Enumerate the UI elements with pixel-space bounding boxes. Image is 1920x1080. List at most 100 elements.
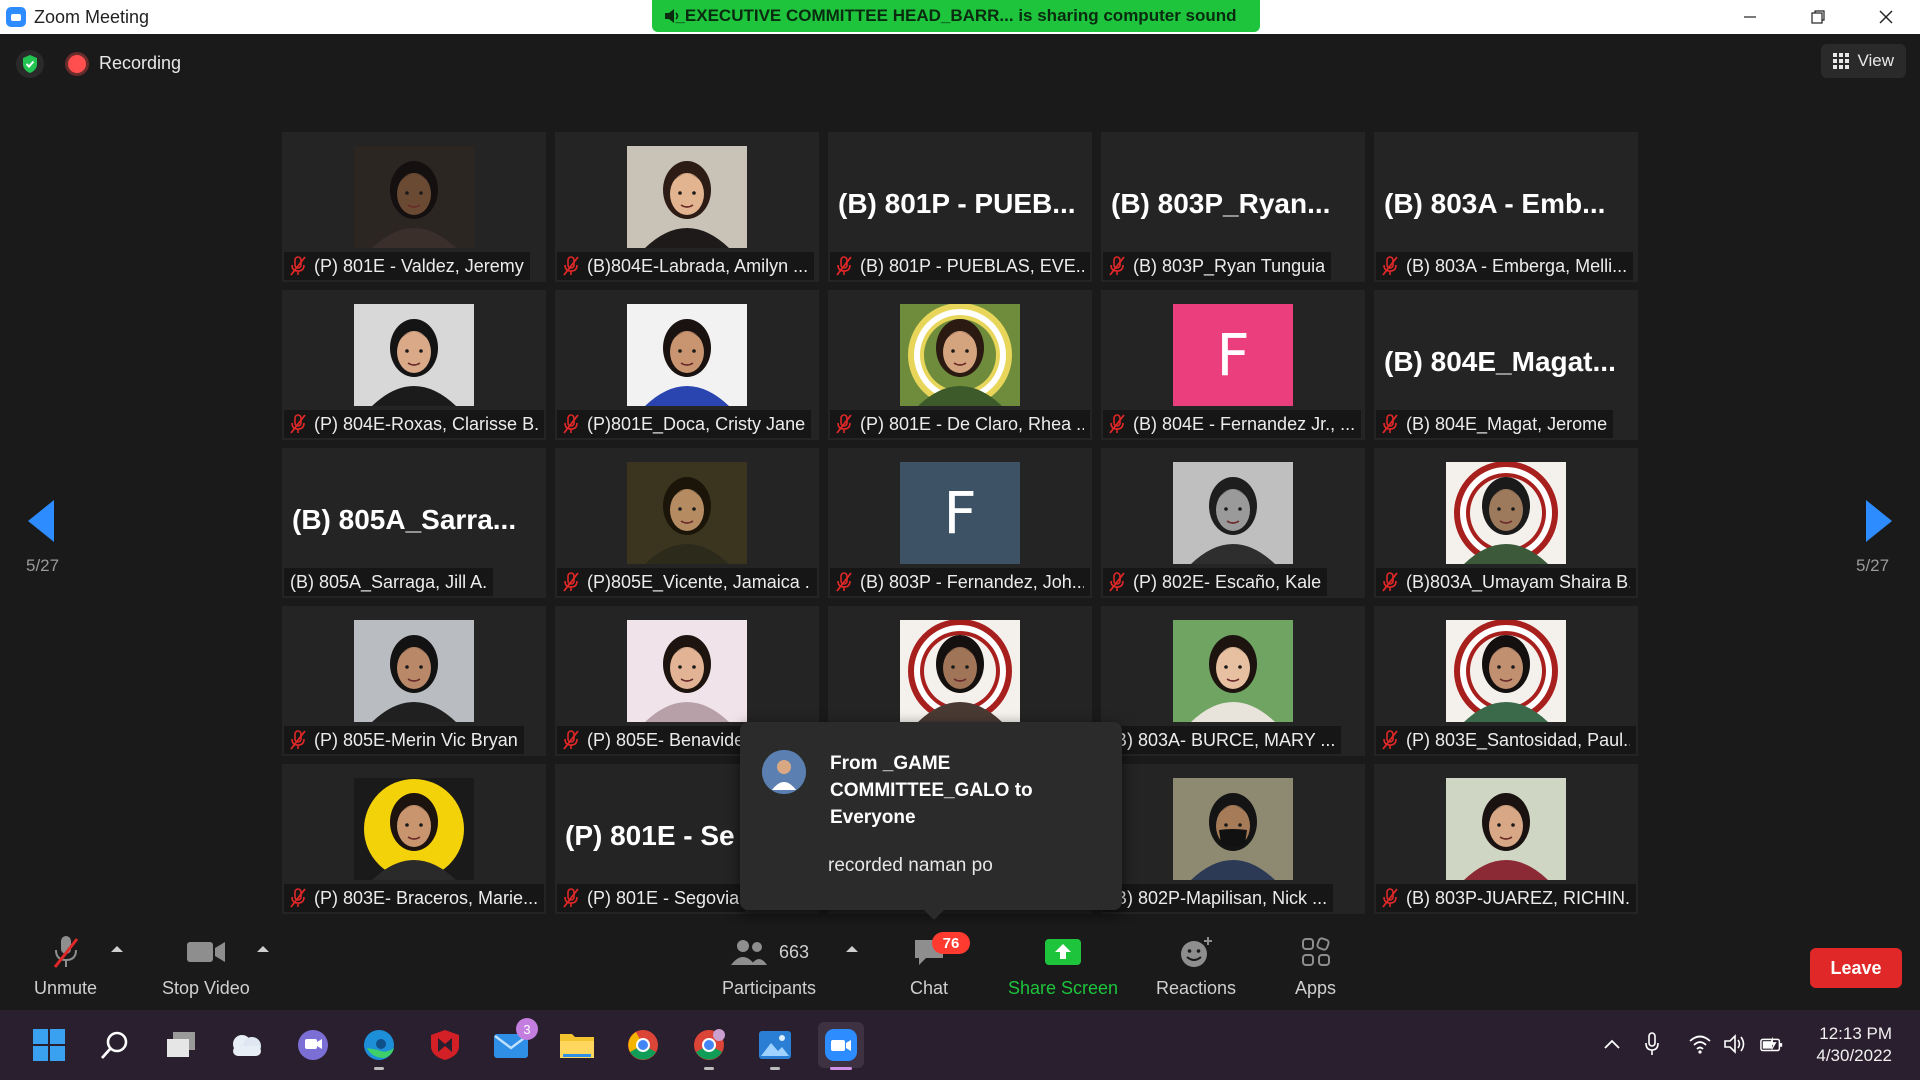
page-indicator-left: 5/27 [26,556,60,575]
participant-tile[interactable]: (P) 802E- Escaño, Kale [1101,448,1365,598]
microphone-muted-icon [53,936,78,968]
taskbar-search-button[interactable] [92,1022,138,1068]
sharing-sound-banner[interactable]: _EXECUTIVE COMMITTEE HEAD_BARR... is sha… [652,0,1260,32]
taskbar-weather-button[interactable] [224,1022,270,1068]
participant-nameplate: (P)805E_Vicente, Jamaica ... [557,568,817,596]
wifi-icon [1689,1035,1711,1054]
participant-name: (B)803A_Umayam Shaira B. [1406,571,1630,592]
taskbar-chrome-profile-button[interactable] [686,1022,732,1070]
taskbar-zoom-button[interactable] [818,1022,864,1070]
participant-tile[interactable]: (B) 802P-Mapilisan, Nick ... [1101,764,1365,914]
chat-notification-popup[interactable]: From _GAME COMMITTEE_GALO to Everyone re… [740,722,1122,920]
participant-video [354,304,474,406]
video-camera-icon [186,942,225,962]
tray-microphone-button[interactable] [1640,1032,1664,1056]
participants-options-caret-icon[interactable] [846,946,858,952]
security-shield-icon[interactable] [16,50,44,78]
windows-start-icon [33,1029,65,1061]
zoom-active-indicator [830,1067,852,1070]
tray-show-hidden-button[interactable] [1600,1032,1624,1056]
minimize-button[interactable] [1716,0,1784,34]
share-screen-button[interactable]: Share Screen [1008,932,1118,999]
participant-display-name: (B) 805A_Sarra... [292,504,517,535]
participant-tile[interactable]: (B) 803A- BURCE, MARY ... [1101,606,1365,756]
stop-video-button[interactable]: Stop Video [162,932,250,999]
participant-tile[interactable]: F (B) 803P - Fernandez, Joh... [828,448,1092,598]
restore-button[interactable] [1784,0,1852,34]
battery-charging-icon [1760,1036,1783,1052]
leave-button[interactable]: Leave [1810,948,1902,988]
previous-page-arrow-icon[interactable] [28,500,54,542]
participant-tile[interactable]: (P) 803E_Santosidad, Paul... [1374,606,1638,756]
participant-tile[interactable]: (B) 804E_Magat... (B) 804E_Magat, Jerome [1374,290,1638,440]
recording-dot-icon [68,55,86,73]
mic-muted-icon [563,256,579,276]
view-label: View [1857,51,1894,70]
close-button[interactable] [1852,0,1920,34]
chrome-profile-icon [694,1029,725,1060]
taskbar-teams-chat-button[interactable] [290,1022,336,1068]
taskbar-start-button[interactable] [26,1022,72,1068]
participant-video [627,462,747,564]
sharing-banner-text: _EXECUTIVE COMMITTEE HEAD_BARR... is sha… [675,6,1237,25]
taskbar-file-explorer-button[interactable] [554,1022,600,1068]
view-button[interactable]: View [1821,44,1906,78]
participant-tile[interactable]: (P) 801E - Valdez, Jeremy [282,132,546,282]
participant-name: (B) 803P_Ryan Tunguia [1133,255,1326,276]
video-options-caret-icon[interactable] [257,946,269,952]
participant-nameplate: (B) 803P - Fernandez, Joh... [830,568,1090,596]
taskbar-mcafee-button[interactable] [422,1022,468,1068]
taskbar-chrome-button[interactable] [620,1022,666,1068]
participant-tile[interactable]: (B) 803P_Ryan... (B) 803P_Ryan Tunguia [1101,132,1365,282]
reactions-button[interactable]: Reactions [1156,932,1236,999]
participant-tile[interactable]: (P) 804E-Roxas, Clarisse B. [282,290,546,440]
participant-video [627,304,747,406]
participant-tile[interactable]: (B) 803A - Emb... (B) 803A - Emberga, Mel… [1374,132,1638,282]
mic-muted-icon [1382,414,1398,434]
participants-button[interactable]: 663 Participants [722,932,816,999]
taskbar-task-view-button[interactable] [158,1022,204,1068]
taskbar-mail-button[interactable]: 3 [488,1018,538,1068]
participant-tile[interactable]: F (B) 804E - Fernandez Jr., ... [1101,290,1365,440]
participant-tile[interactable]: (P) 801E - De Claro, Rhea ... [828,290,1092,440]
taskbar-clock[interactable]: 12:13 PM 4/30/2022 [1816,1023,1892,1067]
unmute-button[interactable]: Unmute [34,932,97,999]
participant-tile[interactable]: (B)804E-Labrada, Amilyn ... [555,132,819,282]
participant-nameplate: (B) 803P-JUAREZ, RICHIN... [1376,884,1636,912]
taskbar-photos-button[interactable] [752,1022,798,1070]
next-page-arrow-icon[interactable] [1866,500,1892,542]
mic-muted-icon [1382,730,1398,750]
page-indicator-right: 5/27 [1856,556,1890,575]
participant-name: (P) 803E- Braceros, Marie... [314,887,538,908]
participant-tile[interactable]: (B) 801P - PUEB... (B) 801P - PUEBLAS, EV… [828,132,1092,282]
recording-label[interactable]: Recording [99,53,181,74]
participant-tile[interactable]: (P)805E_Vicente, Jamaica ... [555,448,819,598]
speaker-icon [665,9,679,23]
participant-tile[interactable]: (P) 805E-Merin Vic Bryan [282,606,546,756]
participant-name: (B) 803A- BURCE, MARY ... [1109,729,1336,750]
participant-tile[interactable]: (P)801E_Doca, Cristy Jane [555,290,819,440]
tray-battery-button[interactable] [1760,1032,1784,1056]
participant-tile[interactable]: (B)803A_Umayam Shaira B. [1374,448,1638,598]
photos-running-indicator [770,1067,780,1070]
participant-nameplate: (P) 801E - Segovia [557,884,746,912]
participant-initial-avatar: F [900,462,1020,564]
participant-video [1173,778,1293,880]
meeting-toolbar: Unmute Stop Video 663 Participants Chat … [0,924,1920,1010]
mic-muted-icon [290,256,306,276]
participant-tile[interactable]: (B) 803P-JUAREZ, RICHIN... [1374,764,1638,914]
zoom-app-icon [6,7,26,27]
tray-volume-button[interactable] [1724,1032,1748,1056]
participant-video [1446,462,1566,564]
apps-button[interactable]: Apps [1295,932,1336,999]
taskbar-edge-button[interactable] [356,1022,402,1070]
participant-name: (P)805E_Vicente, Jamaica ... [587,571,811,592]
participant-video [900,620,1020,722]
participant-tile[interactable]: (B) 805A_Sarra... (B) 805A_Sarraga, Jill … [282,448,546,598]
audio-options-caret-icon[interactable] [111,946,123,952]
participant-tile[interactable]: (P) 803E- Braceros, Marie... [282,764,546,914]
chat-sender-avatar [762,750,806,794]
tray-wifi-button[interactable] [1688,1032,1712,1056]
clock-date: 4/30/2022 [1816,1046,1892,1065]
participant-nameplate: (P) 803E- Braceros, Marie... [284,884,544,912]
